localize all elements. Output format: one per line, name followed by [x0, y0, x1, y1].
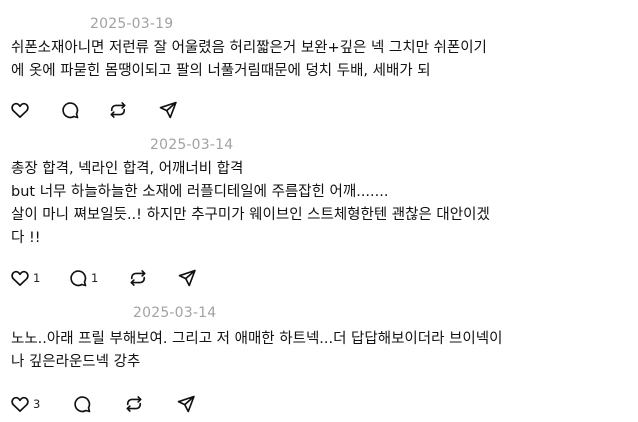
comment-line: but 너무 하늘하늘한 소재에 러플디테일에 주름잡힌 어깨....... — [11, 184, 389, 200]
send-icon — [159, 101, 177, 119]
repost-button[interactable] — [124, 393, 144, 415]
repost-icon — [110, 102, 126, 118]
comment-bubble-icon — [70, 270, 87, 287]
heart-icon — [11, 102, 29, 118]
send-icon — [177, 395, 195, 413]
comment-line: 살이 마니 쪄보일듯..! 하지만 추구미가 웨이브인 스트체형한텐 괜찮은 대… — [11, 207, 490, 223]
like-button[interactable]: 1 — [10, 267, 40, 289]
repost-button[interactable] — [108, 99, 128, 121]
comment-line: 쉬폰소재아니면 저런류 잘 어울렸음 허리짧은거 보완+깊은 넥 그치만 쉬폰이… — [11, 40, 487, 56]
repost-icon — [130, 270, 146, 286]
send-icon — [178, 269, 196, 287]
comment-text: 노노..아래 프릴 부해보여. 그리고 저 애매한 하트넥...더 답답해보이더… — [11, 328, 631, 374]
comment-date: 2025-03-14 — [150, 137, 234, 153]
comment-item: 2025-03-14 노노..아래 프릴 부해보여. 그리고 저 애매한 하트넥… — [0, 300, 638, 422]
repost-button[interactable] — [128, 267, 148, 289]
comment-line: 총장 합격, 넥라인 합격, 어깨너비 합격 — [11, 161, 244, 177]
like-count: 3 — [33, 397, 41, 411]
comment-date: 2025-03-14 — [133, 305, 217, 321]
comment-line: 노노..아래 프릴 부해보여. 그리고 저 애매한 하트넥...더 답답해보이더… — [11, 331, 503, 347]
comment-text: 총장 합격, 넥라인 합격, 어깨너비 합격 but 너무 하늘하늘한 소재에 … — [11, 158, 631, 250]
comment-text: 쉬폰소재아니면 저런류 잘 어울렸음 허리짧은거 보완+깊은 넥 그치만 쉬폰이… — [11, 37, 631, 83]
comment-bubble-icon — [74, 396, 91, 413]
reply-button[interactable] — [60, 99, 83, 121]
heart-icon — [11, 396, 29, 412]
share-button[interactable] — [176, 393, 196, 415]
reply-button[interactable] — [72, 393, 95, 415]
repost-icon — [126, 396, 142, 412]
reply-button[interactable]: 1 — [68, 267, 98, 289]
comment-line: 나 깊은라운드넥 강추 — [11, 354, 141, 370]
comment-bubble-icon — [62, 102, 79, 119]
like-count: 1 — [33, 271, 41, 285]
heart-icon — [11, 270, 29, 286]
comment-line: 다 !! — [11, 230, 41, 246]
like-button[interactable]: 3 — [10, 393, 40, 415]
comment-date: 2025-03-19 — [90, 16, 174, 32]
share-button[interactable] — [177, 267, 197, 289]
comment-item: 2025-03-14 총장 합격, 넥라인 합격, 어깨너비 합격 but 너무… — [0, 130, 638, 300]
comment-line: 에 옷에 파묻힌 몸땡이되고 팔의 너풀거림때문에 덩치 두배, 세배가 되 — [11, 63, 431, 79]
comment-item: 2025-03-19 쉬폰소재아니면 저런류 잘 어울렸음 허리짧은거 보완+깊… — [0, 0, 638, 130]
like-button[interactable] — [10, 99, 33, 121]
share-button[interactable] — [158, 99, 178, 121]
reply-count: 1 — [91, 271, 99, 285]
